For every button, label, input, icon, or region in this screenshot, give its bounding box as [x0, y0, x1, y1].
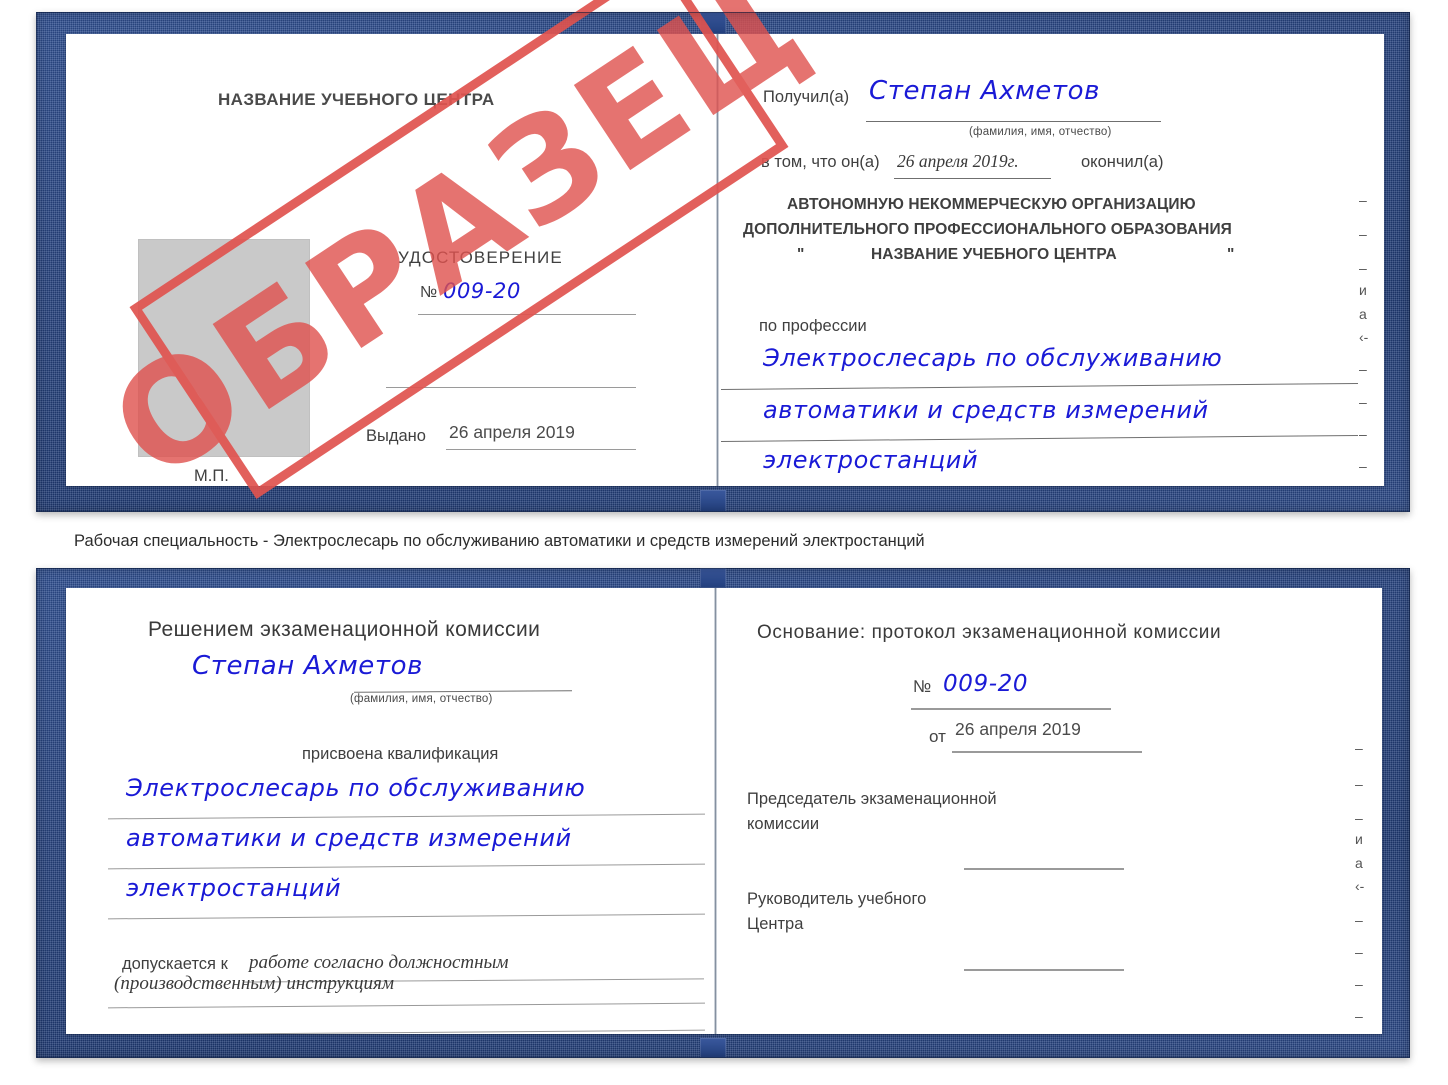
page-bottom-right: Основание: протокол экзаменационной коми… — [717, 588, 1382, 1034]
edge-fragment: а — [1355, 855, 1363, 871]
commission-heading: Решением экзаменационной комиссии — [148, 618, 541, 641]
admitted-label: допускается к — [122, 955, 228, 973]
edge-fragment: – — [1355, 740, 1363, 756]
protocol-number-symbol: № — [913, 677, 932, 696]
chairman-signature-rule — [964, 868, 1124, 870]
admitted-rule-3 — [108, 1029, 705, 1034]
protocol-date-rule — [952, 751, 1142, 753]
qualification-rule-1 — [108, 813, 705, 820]
edge-fragment: – — [1359, 192, 1367, 208]
edge-fragment: – — [1359, 260, 1367, 276]
org-line-2: ДОПОЛНИТЕЛЬНОГО ПРОФЕССИОНАЛЬНОГО ОБРАЗО… — [743, 221, 1232, 238]
issued-rule — [446, 449, 636, 450]
edge-fragment: – — [1355, 810, 1363, 826]
page-top-right: Получил(а) Степан Ахметов (фамилия, имя,… — [719, 34, 1384, 486]
basis-label: Основание: протокол экзаменационной коми… — [757, 622, 1222, 643]
edge-fragment: ‹- — [1355, 878, 1365, 894]
page-caption: Рабочая специальность - Электрослесарь п… — [74, 532, 925, 550]
qualification-line-3: электростанций — [126, 874, 342, 902]
number-rule — [418, 314, 636, 315]
head-signature-rule — [964, 969, 1124, 971]
page-top-left: НАЗВАНИЕ УЧЕБНОГО ЦЕНТРА УДОСТОВЕРЕНИЕ №… — [66, 34, 716, 486]
received-label: Получил(а) — [763, 88, 850, 106]
edge-fragment: и — [1359, 282, 1367, 298]
chairman-label-line-2: комиссии — [747, 815, 820, 833]
certificate-book-bottom: Решением экзаменационной комиссии Степан… — [36, 568, 1410, 1058]
blank-rule-1 — [386, 387, 636, 388]
org-line-1: АВТОНОМНУЮ НЕКОММЕРЧЕСКУЮ ОРГАНИЗАЦИЮ — [787, 196, 1196, 213]
edge-fragment: а — [1359, 306, 1367, 322]
profession-line-1: Электрослесарь по обслуживанию — [763, 344, 1223, 372]
number-symbol: № — [420, 284, 438, 301]
protocol-date-label: от — [929, 727, 946, 746]
protocol-number-rule — [911, 708, 1111, 710]
head-label-line-2: Центра — [747, 915, 804, 933]
profession-label: по профессии — [759, 317, 867, 335]
qualification-rule-3 — [108, 913, 705, 920]
protocol-number-value: 009-20 — [943, 671, 1029, 697]
received-value: Степан Ахметов — [869, 76, 1101, 106]
qualification-rule-2 — [108, 863, 705, 870]
spine-tab-top — [700, 568, 726, 588]
edge-fragment: ‹- — [1359, 329, 1369, 345]
finished-label: окончил(а) — [1081, 153, 1164, 171]
profession-line-2: автоматики и средств измерений — [763, 396, 1209, 424]
profession-rule-1 — [721, 382, 1358, 391]
certificate-pages-bottom: Решением экзаменационной комиссии Степан… — [66, 588, 1382, 1034]
received-rule — [866, 121, 1161, 122]
edge-fragment: – — [1359, 426, 1367, 442]
edge-fragment: – — [1355, 912, 1363, 928]
document-title: УДОСТОВЕРЕНИЕ — [398, 248, 563, 267]
edge-fragment: – — [1359, 458, 1367, 474]
in-that-rule — [894, 178, 1051, 179]
page-bottom-left: Решением экзаменационной комиссии Степан… — [66, 588, 714, 1034]
profession-line-3: электростанций — [763, 446, 979, 474]
org-line-3: НАЗВАНИЕ УЧЕБНОГО ЦЕНТРА — [871, 246, 1117, 263]
org-quote-close: " — [1227, 246, 1235, 263]
seal-label: М.П. — [194, 467, 229, 485]
head-label-line-1: Руководитель учебного — [747, 890, 927, 908]
spine-tab-bottom — [700, 1038, 726, 1058]
edge-fragment: – — [1359, 226, 1367, 242]
spine-tab-bottom — [700, 490, 726, 512]
admitted-value-line-2: (производственным) инструкциям — [114, 973, 394, 994]
issued-value: 26 апреля 2019 — [449, 422, 575, 442]
qualification-label: присвоена квалификация — [302, 745, 499, 763]
chairman-label-line-1: Председатель экзаменационной — [747, 790, 997, 808]
edge-fragment: – — [1355, 776, 1363, 792]
in-that-value: 26 апреля 2019г. — [897, 151, 1019, 171]
student-name-value: Степан Ахметов — [192, 651, 424, 681]
certificate-pages-top: НАЗВАНИЕ УЧЕБНОГО ЦЕНТРА УДОСТОВЕРЕНИЕ №… — [66, 34, 1384, 486]
certificate-book-top: НАЗВАНИЕ УЧЕБНОГО ЦЕНТРА УДОСТОВЕРЕНИЕ №… — [36, 0, 1410, 512]
spine-tab-top — [700, 12, 726, 34]
admitted-rule-2 — [108, 1002, 705, 1009]
photo-placeholder — [138, 239, 310, 457]
edge-fragment: – — [1355, 976, 1363, 992]
number-value: 009-20 — [443, 279, 521, 303]
admitted-value-line-1: работе согласно должностным — [249, 952, 509, 973]
edge-fragment: – — [1359, 394, 1367, 410]
protocol-date-value: 26 апреля 2019 — [955, 719, 1081, 739]
in-that-label: в том, что он(а) — [761, 153, 880, 171]
training-center-title: НАЗВАНИЕ УЧЕБНОГО ЦЕНТРА — [218, 90, 495, 109]
org-quote-open: " — [797, 246, 805, 263]
fio-hint: (фамилия, имя, отчество) — [350, 693, 493, 705]
edge-fragment: и — [1355, 831, 1363, 847]
fio-hint: (фамилия, имя, отчество) — [969, 126, 1112, 138]
qualification-line-1: Электрослесарь по обслуживанию — [126, 774, 586, 802]
edge-fragment: – — [1359, 361, 1367, 377]
edge-fragment: – — [1355, 1008, 1363, 1024]
qualification-line-2: автоматики и средств измерений — [126, 824, 572, 852]
issued-label: Выдано — [366, 427, 426, 445]
profession-rule-2 — [721, 434, 1358, 443]
edge-fragment: – — [1355, 944, 1363, 960]
